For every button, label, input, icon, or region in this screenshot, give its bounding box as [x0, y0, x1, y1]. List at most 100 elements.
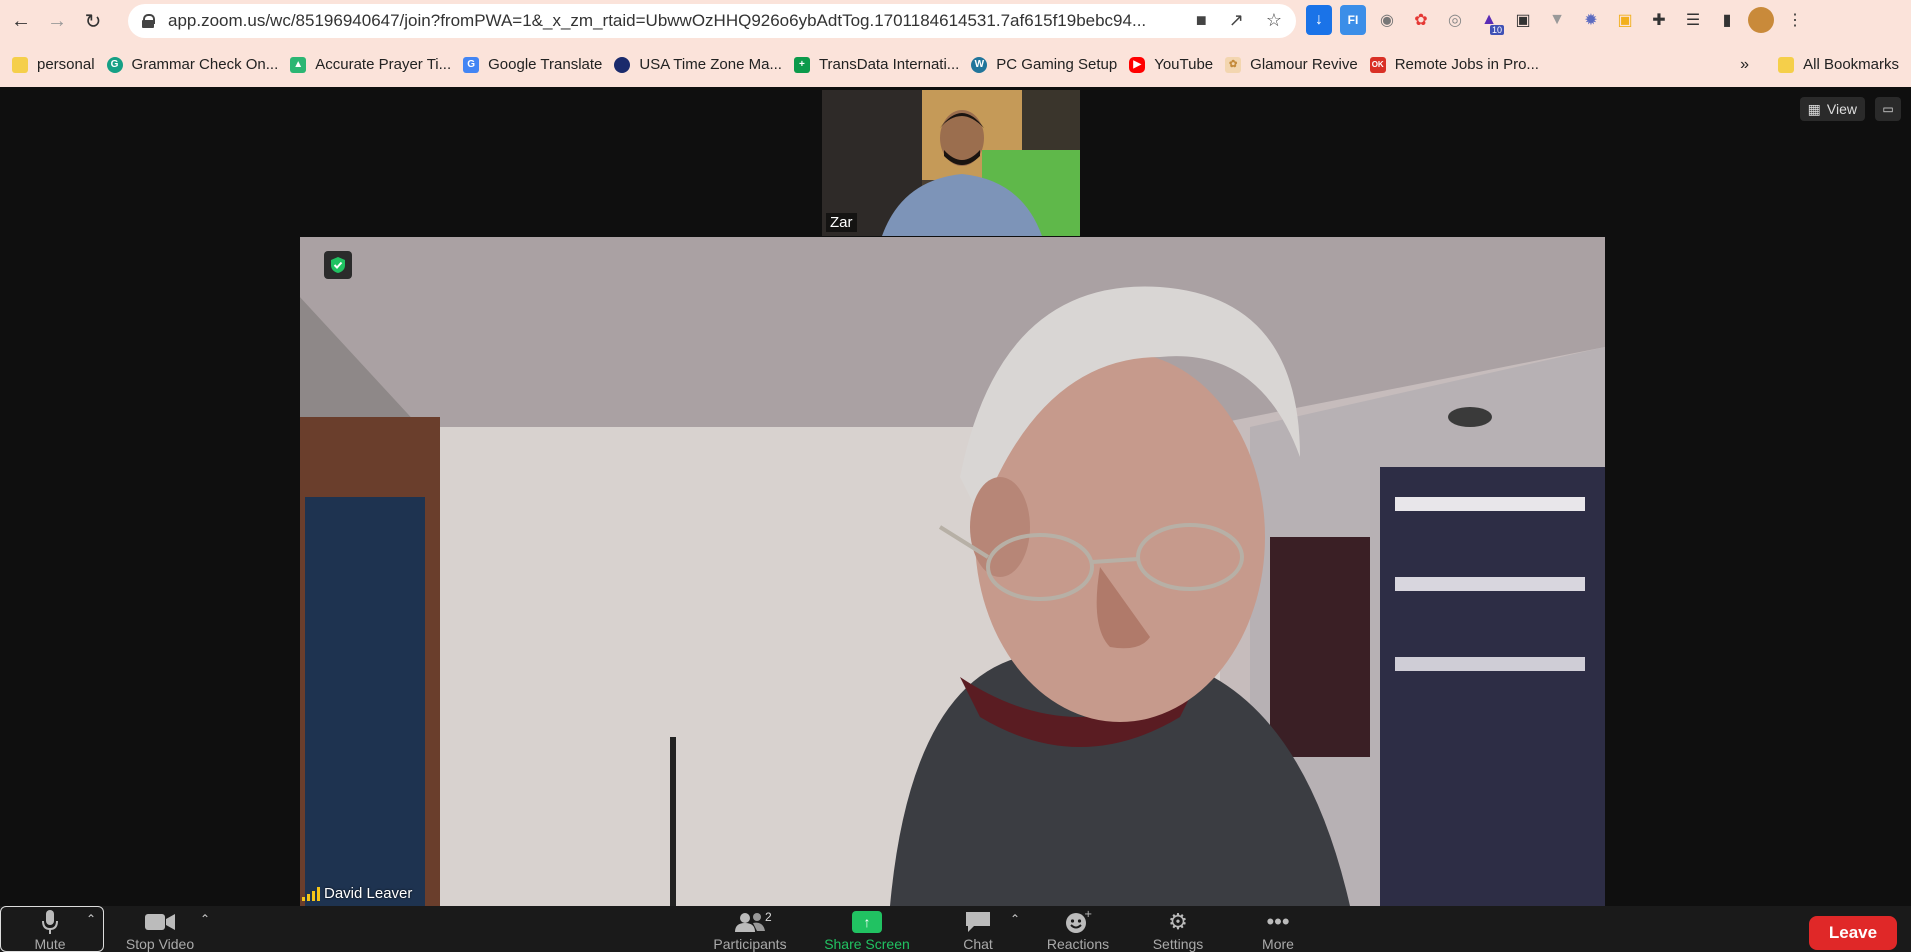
- reactions-button[interactable]: + Reactions: [1036, 906, 1120, 952]
- share-icon[interactable]: ↗: [1229, 10, 1244, 31]
- password-extension-icon[interactable]: ▣: [1612, 5, 1638, 35]
- folder-icon: [1778, 56, 1795, 73]
- speaker-video-feed: [300, 237, 1605, 906]
- more-dots-icon: •••: [1266, 909, 1290, 934]
- translate-icon: G: [463, 56, 480, 73]
- bookmark-label: Remote Jobs in Pro...: [1394, 56, 1539, 73]
- bookmark-usa-time-zone[interactable]: USA Time Zone Ma...: [614, 56, 782, 73]
- address-bar[interactable]: app.zoom.us/wc/85196940647/join?fromPWA=…: [128, 4, 1296, 38]
- bookmark-label: PC Gaming Setup: [996, 56, 1118, 73]
- browser-toolbar: ← → ↻ app.zoom.us/wc/85196940647/join?fr…: [0, 0, 1911, 42]
- bookmark-pc-gaming[interactable]: W PC Gaming Setup: [971, 56, 1117, 73]
- participant-video: [822, 90, 1080, 236]
- stop-video-label: Stop Video: [125, 936, 195, 952]
- forward-icon[interactable]: →: [42, 6, 72, 36]
- audio-options-caret-icon[interactable]: ⌃: [86, 912, 96, 926]
- bookmark-transdata[interactable]: + TransData Internati...: [793, 56, 959, 73]
- bookmark-prayer-times[interactable]: ▲ Accurate Prayer Ti...: [290, 56, 451, 73]
- more-button[interactable]: ••• More: [1250, 906, 1306, 952]
- fi-extension-icon[interactable]: FI: [1340, 5, 1366, 35]
- view-button[interactable]: ▦ View: [1799, 97, 1865, 121]
- bookmark-glamour-revive[interactable]: ✿ Glamour Revive: [1225, 56, 1358, 73]
- bookmarks-overflow-icon[interactable]: »: [1740, 56, 1749, 74]
- smiley-icon: +: [1064, 906, 1092, 938]
- chrome-menu-icon[interactable]: ⋮: [1782, 5, 1808, 35]
- vpn-extension-icon[interactable]: ◎: [1442, 5, 1468, 35]
- chat-bubble-icon: [964, 906, 992, 938]
- all-bookmarks[interactable]: All Bookmarks: [1778, 56, 1899, 73]
- plus-icon: +: [793, 56, 810, 73]
- zoom-meeting: ▦ View ▭ Zar David Leaver Mute ⌃ Stop Vi…: [0, 87, 1911, 952]
- share-screen-button[interactable]: ↑ Share Screen: [812, 906, 922, 952]
- participants-count-badge: 2: [765, 910, 772, 924]
- bookmark-label: Grammar Check On...: [131, 56, 279, 73]
- leave-button[interactable]: Leave: [1809, 916, 1897, 950]
- folder-icon: [12, 56, 28, 73]
- encryption-shield-icon[interactable]: [324, 251, 352, 279]
- reload-icon[interactable]: ↻: [78, 6, 108, 36]
- camera-permission-icon[interactable]: ■: [1196, 10, 1207, 31]
- school-extension-icon[interactable]: ▲ 10: [1476, 5, 1504, 35]
- youtube-icon: ▶: [1129, 56, 1146, 73]
- participant-thumbnail[interactable]: Zar: [822, 90, 1080, 236]
- settings-label: Settings: [1152, 936, 1204, 952]
- ok-icon: OK: [1369, 56, 1386, 73]
- vue-extension-icon[interactable]: ▼: [1544, 5, 1570, 35]
- shield-icon: [331, 257, 345, 273]
- screenshot-extension-icon[interactable]: ◉: [1374, 5, 1400, 35]
- video-options-caret-icon[interactable]: ⌃: [200, 912, 210, 926]
- bookmark-youtube[interactable]: ▶ YouTube: [1129, 56, 1213, 73]
- bookmark-remote-jobs[interactable]: OK Remote Jobs in Pro...: [1369, 56, 1539, 73]
- meeting-toolbar: Mute ⌃ Stop Video ⌃ Participants 2 ↑ Sha…: [0, 906, 1911, 952]
- pip-extension-icon[interactable]: ▣: [1510, 5, 1536, 35]
- bookmarks-bar: personal G Grammar Check On... ▲ Accurate …: [0, 42, 1911, 87]
- microphone-icon: [41, 906, 59, 938]
- fullscreen-icon[interactable]: ▭: [1875, 97, 1901, 121]
- bookmark-label: YouTube: [1154, 56, 1214, 73]
- chat-options-caret-icon[interactable]: ⌃: [1010, 912, 1020, 926]
- download-extension-icon[interactable]: ↓: [1306, 5, 1332, 35]
- view-label: View: [1826, 101, 1857, 117]
- reactions-label: Reactions: [1046, 936, 1110, 952]
- bookmark-star-icon[interactable]: ☆: [1266, 10, 1282, 31]
- bookmark-label: personal: [37, 56, 95, 73]
- grid-icon: ▦: [1807, 100, 1821, 117]
- extensions-row: ↓ FI ◉ ✿ ◎ ▲ 10 ▣ ▼ ✹ ▣ ✚ ☰ ▮ ⋮: [1306, 5, 1808, 35]
- color-picker-extension-icon[interactable]: ✿: [1408, 5, 1434, 35]
- url-text[interactable]: app.zoom.us/wc/85196940647/join?fromPWA=…: [168, 11, 1158, 31]
- bookmark-google-translate[interactable]: G Google Translate: [463, 56, 602, 73]
- bookmark-label: Accurate Prayer Ti...: [315, 56, 452, 73]
- settings-button[interactable]: ⚙ Settings: [1146, 906, 1210, 952]
- media-control-icon[interactable]: ☰: [1680, 5, 1706, 35]
- signal-strength-icon: [302, 886, 320, 901]
- lock-icon[interactable]: [142, 14, 155, 28]
- stop-video-button[interactable]: Stop Video: [120, 906, 200, 952]
- mute-button[interactable]: Mute: [22, 906, 78, 952]
- share-screen-label: Share Screen: [824, 936, 910, 952]
- extension-badge: 10: [1489, 25, 1504, 35]
- extensions-puzzle-icon[interactable]: ✚: [1646, 5, 1672, 35]
- active-speaker-video[interactable]: David Leaver: [300, 237, 1605, 906]
- chat-button[interactable]: Chat: [950, 906, 1006, 952]
- video-camera-icon: [144, 906, 176, 938]
- bookmark-grammar-check[interactable]: G Grammar Check On...: [106, 56, 279, 73]
- mosque-icon: ▲: [290, 56, 307, 73]
- all-bookmarks-label: All Bookmarks: [1803, 56, 1899, 73]
- chat-label: Chat: [963, 936, 993, 952]
- side-panel-icon[interactable]: ▮: [1714, 5, 1740, 35]
- participants-button[interactable]: Participants: [700, 906, 800, 952]
- speaker-label: David Leaver: [302, 885, 412, 902]
- gear-icon: ⚙: [1168, 909, 1188, 934]
- glamour-icon: ✿: [1225, 56, 1242, 73]
- bookmark-label: Google Translate: [488, 56, 603, 73]
- wordpress-icon: W: [971, 56, 988, 73]
- back-icon[interactable]: ←: [6, 6, 36, 36]
- speaker-name: David Leaver: [324, 885, 413, 902]
- bookmark-personal[interactable]: personal: [12, 56, 95, 73]
- bookmark-label: USA Time Zone Ma...: [639, 56, 782, 73]
- svg-text:+: +: [1084, 909, 1092, 920]
- mute-label: Mute: [34, 936, 66, 952]
- share-screen-icon: ↑: [852, 911, 882, 933]
- gear-extension-icon[interactable]: ✹: [1578, 5, 1604, 35]
- profile-avatar[interactable]: [1748, 7, 1774, 33]
